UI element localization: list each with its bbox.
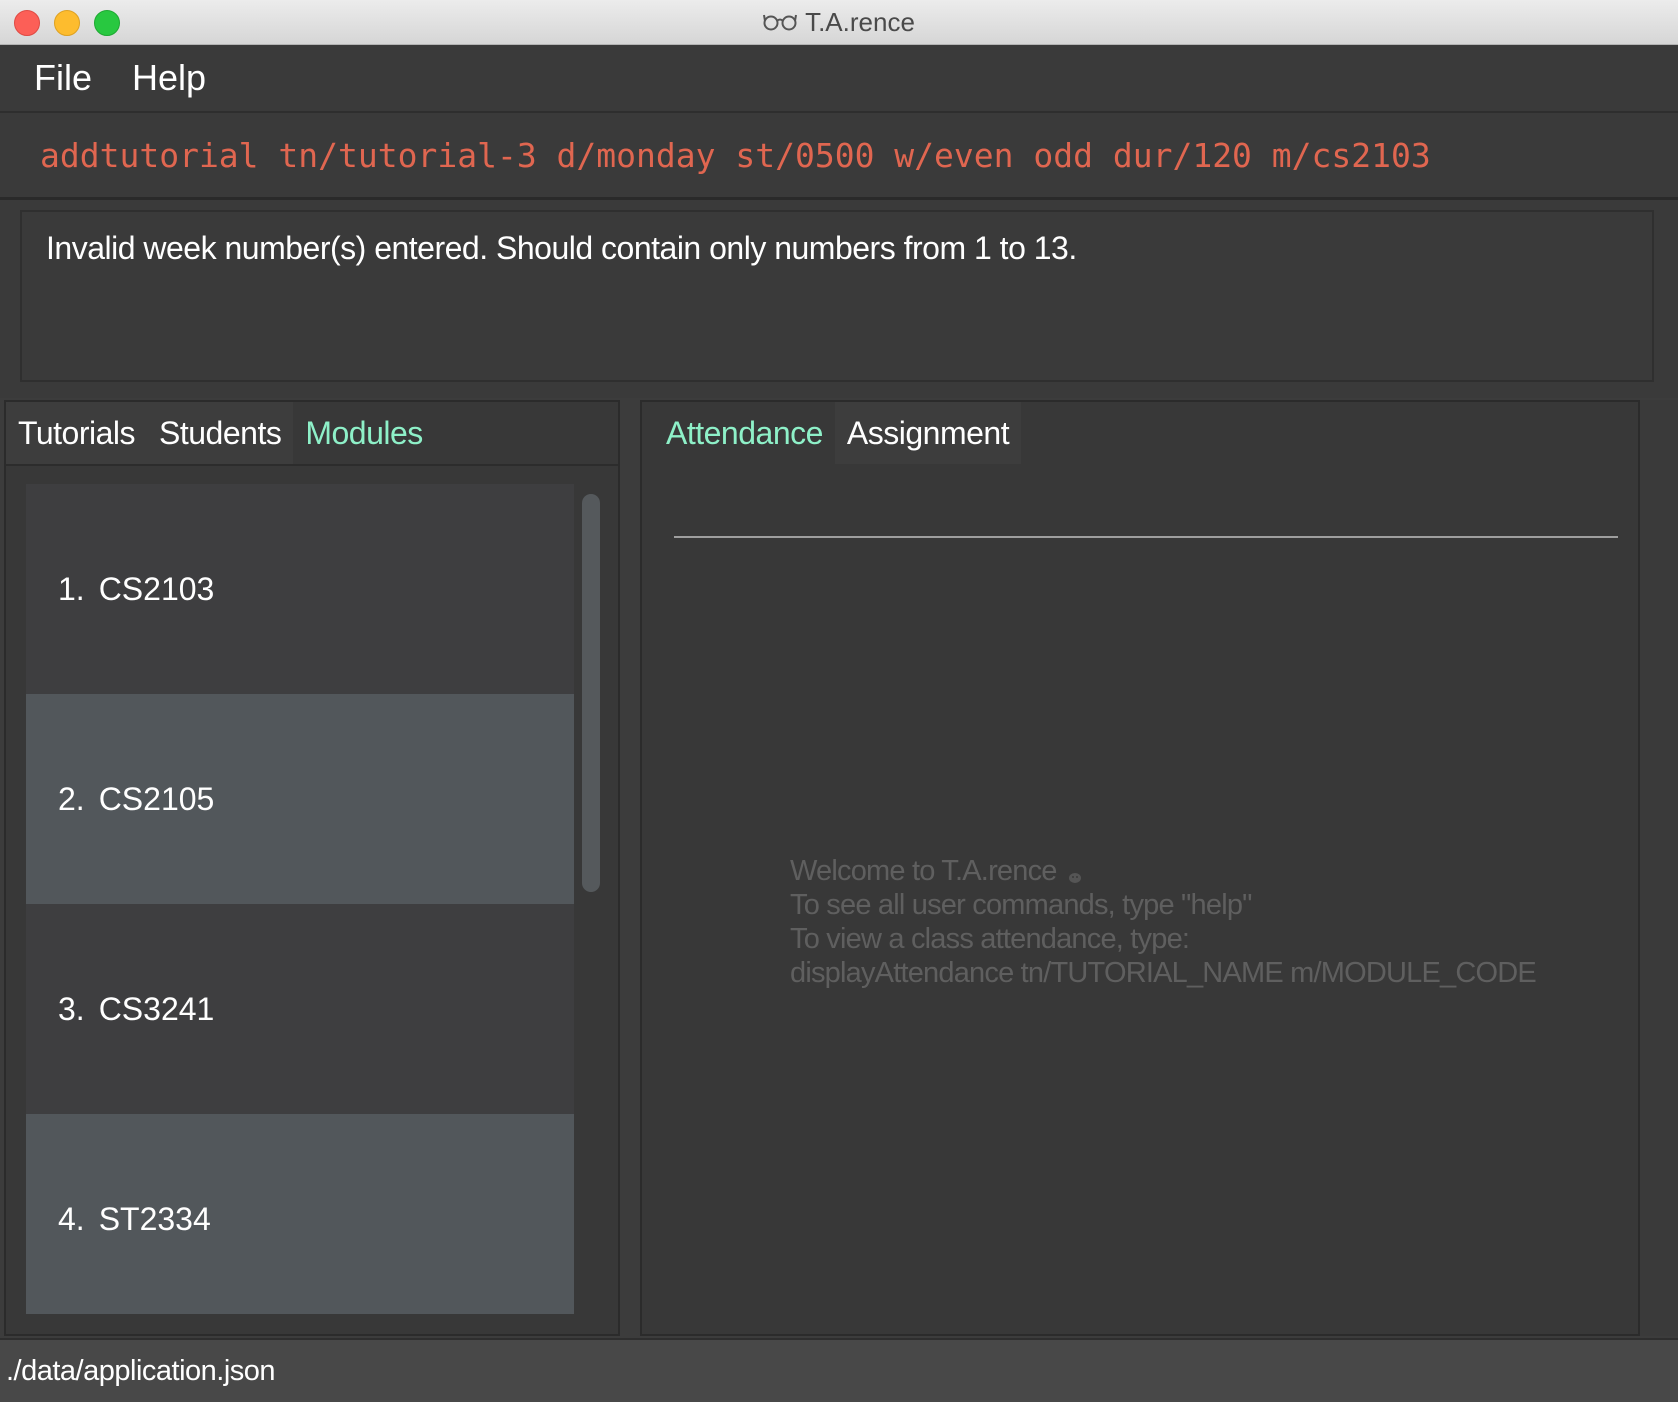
data-file-path: ./data/application.json bbox=[6, 1354, 276, 1387]
right-tab-bar: Attendance Assignment bbox=[654, 402, 1022, 464]
left-tab-bar: Tutorials Students Modules bbox=[6, 402, 435, 464]
module-list: 1. CS2103 2. CS2105 3. CS3241 4. ST2334 bbox=[26, 484, 574, 1314]
result-display: Invalid week number(s) entered. Should c… bbox=[20, 210, 1654, 382]
right-panel: Attendance Assignment Welcome to T.A.ren… bbox=[640, 400, 1640, 1336]
list-item-index: 3. bbox=[58, 990, 85, 1027]
smiley-icon bbox=[1068, 873, 1081, 883]
attendance-command-format: displayAttendance tn/TUTORIAL_NAME m/MOD… bbox=[790, 957, 1537, 989]
list-item-index: 4. bbox=[58, 1200, 85, 1237]
list-item-code: CS2105 bbox=[98, 780, 215, 817]
list-item-code: ST2334 bbox=[98, 1200, 211, 1237]
glasses-icon bbox=[763, 14, 798, 31]
list-item[interactable]: 4. ST2334 bbox=[26, 1114, 574, 1314]
list-item-code: CS2103 bbox=[98, 570, 215, 607]
tab-students[interactable]: Students bbox=[147, 402, 294, 464]
left-panel: Tutorials Students Modules 1. CS2103 2. … bbox=[4, 400, 620, 1336]
window-title-group: T.A.rence bbox=[0, 0, 1678, 44]
menu-help[interactable]: Help bbox=[112, 57, 226, 99]
tab-modules[interactable]: Modules bbox=[293, 402, 434, 464]
menu-file[interactable]: File bbox=[14, 57, 112, 99]
result-display-area: Invalid week number(s) entered. Should c… bbox=[0, 200, 1678, 398]
list-scrollbar[interactable] bbox=[580, 484, 602, 1314]
list-item[interactable]: 2. CS2105 bbox=[26, 694, 574, 904]
attendance-hint: To view a class attendance, type: bbox=[790, 923, 1190, 955]
list-item[interactable]: 1. CS2103 bbox=[26, 484, 574, 694]
welcome-message: Welcome to T.A.rence To see all user com… bbox=[790, 854, 1537, 990]
list-item-code: CS3241 bbox=[98, 990, 215, 1027]
app-window: T.A.rence File Help addtutorial tn/tutor… bbox=[0, 0, 1678, 1402]
list-item-index: 2. bbox=[58, 780, 85, 817]
window-title: T.A.rence bbox=[805, 6, 915, 37]
menu-bar: File Help bbox=[0, 45, 1678, 113]
welcome-title: Welcome to T.A.rence bbox=[790, 855, 1057, 887]
list-item-index: 1. bbox=[58, 570, 85, 607]
command-input[interactable]: addtutorial tn/tutorial-3 d/monday st/05… bbox=[40, 136, 1431, 175]
tab-tutorials[interactable]: Tutorials bbox=[6, 402, 148, 464]
list-item[interactable]: 3. CS3241 bbox=[26, 904, 574, 1114]
help-hint: To see all user commands, type "help" bbox=[790, 889, 1252, 921]
result-message: Invalid week number(s) entered. Should c… bbox=[46, 230, 1077, 266]
right-gutter bbox=[1640, 400, 1678, 1336]
content-divider bbox=[674, 536, 1618, 538]
tab-divider bbox=[6, 464, 618, 466]
status-bar: ./data/application.json bbox=[0, 1338, 1678, 1402]
tab-attendance[interactable]: Attendance bbox=[654, 402, 835, 464]
scrollbar-thumb[interactable] bbox=[582, 494, 600, 892]
title-bar: T.A.rence bbox=[0, 0, 1678, 45]
command-box[interactable]: addtutorial tn/tutorial-3 d/monday st/05… bbox=[0, 113, 1678, 200]
tab-assignment[interactable]: Assignment bbox=[834, 402, 1022, 464]
welcome-line: Welcome to T.A.rence bbox=[790, 854, 1536, 888]
